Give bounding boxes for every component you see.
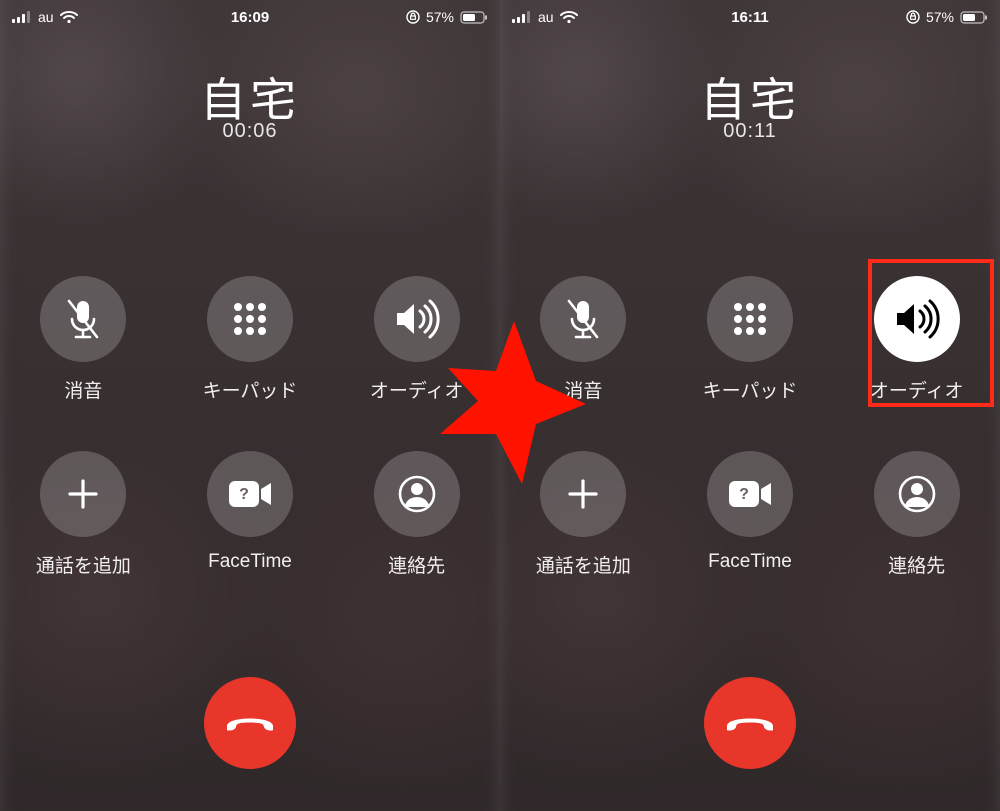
mute-label: 消音 — [64, 376, 102, 403]
call-duration: 00:06 — [0, 120, 500, 143]
facetime-icon: ? — [227, 478, 273, 510]
end-call-button[interactable] — [204, 677, 296, 769]
contacts-icon — [397, 474, 437, 514]
annotation-highlight — [868, 259, 994, 407]
mute-label: 消音 — [564, 376, 602, 403]
keypad-label: キーパッド — [203, 376, 298, 403]
audio-button[interactable] — [374, 276, 460, 362]
status-bar: 16:11 au 57% — [500, 0, 1000, 34]
add-call-button[interactable] — [40, 451, 126, 537]
phone-screen-left: 16:09 au 57% 自宅 00:06 — [0, 0, 500, 811]
add-call-label: 通話を追加 — [36, 551, 131, 578]
keypad-icon — [230, 299, 270, 339]
keypad-button[interactable] — [207, 276, 293, 362]
status-time: 16:09 — [0, 9, 500, 26]
keypad-icon — [730, 299, 770, 339]
facetime-label: FaceTime — [208, 551, 292, 573]
mute-button[interactable] — [40, 276, 126, 362]
facetime-button[interactable]: ? — [707, 451, 793, 537]
contacts-label: 連絡先 — [888, 551, 945, 578]
plus-icon — [64, 475, 102, 513]
speaker-icon — [393, 299, 441, 339]
keypad-label: キーパッド — [703, 376, 798, 403]
contacts-icon — [897, 474, 937, 514]
status-bar: 16:09 au 57% — [0, 0, 500, 34]
contacts-button[interactable] — [374, 451, 460, 537]
add-call-label: 通話を追加 — [536, 551, 631, 578]
contacts-button[interactable] — [874, 451, 960, 537]
mute-icon — [563, 297, 603, 341]
call-duration: 00:11 — [500, 120, 1000, 143]
contacts-label: 連絡先 — [388, 551, 445, 578]
facetime-icon: ? — [727, 478, 773, 510]
mute-icon — [63, 297, 103, 341]
status-time: 16:11 — [500, 9, 1000, 26]
end-call-button[interactable] — [704, 677, 796, 769]
hangup-icon — [724, 709, 776, 738]
hangup-icon — [224, 709, 276, 738]
add-call-button[interactable] — [540, 451, 626, 537]
svg-text:?: ? — [739, 486, 749, 503]
call-controls-grid: 消音 キーパッド オーディオ — [0, 276, 500, 578]
keypad-button[interactable] — [707, 276, 793, 362]
svg-text:?: ? — [239, 486, 249, 503]
facetime-button[interactable]: ? — [207, 451, 293, 537]
mute-button[interactable] — [540, 276, 626, 362]
facetime-label: FaceTime — [708, 551, 792, 573]
audio-label: オーディオ — [370, 376, 464, 403]
plus-icon — [564, 475, 602, 513]
